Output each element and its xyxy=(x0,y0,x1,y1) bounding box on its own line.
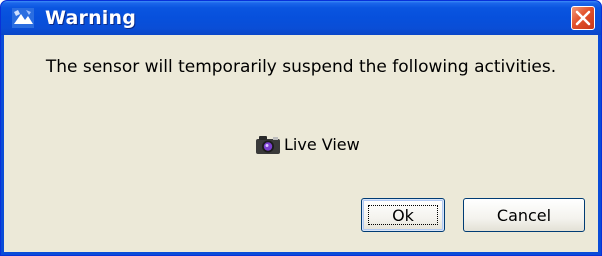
warning-message: The sensor will temporarily suspend the … xyxy=(45,57,557,77)
warning-app-icon xyxy=(12,8,34,28)
camera-icon xyxy=(256,136,280,154)
title-bar[interactable]: Warning xyxy=(1,1,601,35)
cancel-button-label: Cancel xyxy=(496,205,552,225)
window-title: Warning xyxy=(45,7,137,29)
ok-button[interactable]: Ok xyxy=(361,198,445,232)
cancel-button[interactable]: Cancel xyxy=(463,198,585,232)
activity-item: Live View xyxy=(255,132,360,156)
focus-ring xyxy=(368,205,438,225)
warning-dialog: Warning The sensor will temporarily susp… xyxy=(0,0,602,256)
close-icon xyxy=(575,10,591,26)
close-button[interactable] xyxy=(571,6,595,30)
activity-label: Live View xyxy=(284,134,360,154)
